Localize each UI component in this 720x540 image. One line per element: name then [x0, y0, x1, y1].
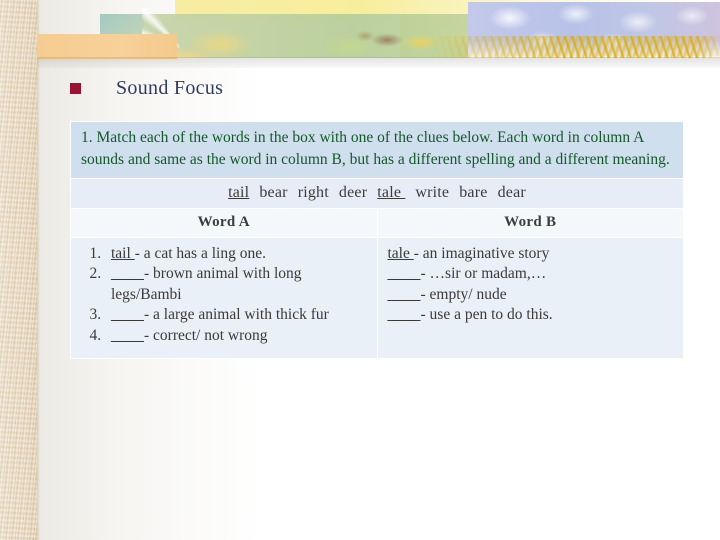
- answer-b-1[interactable]: tale: [388, 245, 414, 262]
- list-item: ____- a large animal with thick fur: [105, 305, 369, 325]
- banner-orange-band: [37, 34, 177, 59]
- column-header-row: Word A Word B: [70, 208, 684, 238]
- clue-a-4: - correct/ not wrong: [144, 326, 268, 344]
- header-decoration-banner: [0, 0, 720, 68]
- answer-blank-a-2[interactable]: ____: [111, 265, 144, 282]
- left-texture-strip: [0, 0, 37, 540]
- answer-blank-b-2[interactable]: ____: [388, 265, 421, 282]
- answer-a-1[interactable]: tail: [111, 245, 135, 262]
- word-chip-tale[interactable]: tale: [377, 184, 405, 201]
- column-header-b: Word B: [376, 208, 684, 238]
- banner-drop-shadow: [37, 57, 720, 68]
- answers-row: tail - a cat has a ling one. ____- brown…: [70, 236, 684, 360]
- word-box-row: tail bear right deer tale write bare dear: [70, 178, 684, 209]
- list-item: ____- empty/ nude: [388, 285, 676, 305]
- list-item: ____- correct/ not wrong: [105, 326, 369, 346]
- word-chip-write[interactable]: write: [415, 184, 449, 201]
- word-chip-bare[interactable]: bare: [459, 184, 487, 201]
- answer-blank-a-3[interactable]: ____: [111, 306, 144, 323]
- page-title: Sound Focus: [116, 76, 224, 99]
- column-b-cell: tale - an imaginative story ____- …sir o…: [376, 236, 684, 360]
- instruction-cell: 1. Match each of the words in the box wi…: [70, 121, 684, 179]
- column-b-list: tale - an imaginative story ____- …sir o…: [388, 244, 676, 326]
- word-chip-bear[interactable]: bear: [259, 184, 287, 201]
- list-item: ____- …sir or madam,…: [388, 264, 676, 284]
- answer-blank-b-4[interactable]: ____: [388, 306, 421, 323]
- clue-b-2: - …sir or madam,…: [420, 265, 547, 283]
- exercise-table: 1. Match each of the words in the box wi…: [70, 121, 684, 360]
- instruction-row: 1. Match each of the words in the box wi…: [70, 121, 684, 179]
- clue-b-3: - empty/ nude: [420, 285, 507, 303]
- list-item: tail - a cat has a ling one.: [105, 244, 369, 264]
- clue-b-4: - use a pen to do this.: [420, 306, 553, 324]
- clue-b-1: - an imaginative story: [413, 245, 550, 262]
- banner-wheat-stalks: [430, 36, 720, 58]
- list-item: tale - an imaginative story: [388, 244, 676, 264]
- left-strip-edge: [37, 0, 40, 540]
- word-chip-right[interactable]: right: [298, 184, 329, 201]
- clue-a-1: - a cat has a ling one.: [134, 245, 266, 262]
- square-bullet-icon: [70, 82, 81, 94]
- clue-a-3: - a large animal with thick fur: [144, 306, 329, 324]
- column-a-cell: tail - a cat has a ling one. ____- brown…: [70, 236, 378, 360]
- answer-blank-b-3[interactable]: ____: [388, 286, 421, 303]
- slide-canvas: Sound Focus 1. Match each of the words i…: [0, 0, 720, 540]
- word-chip-deer[interactable]: deer: [339, 184, 367, 201]
- column-header-a: Word A: [70, 208, 378, 238]
- word-box-cell: tail bear right deer tale write bare dear: [70, 178, 684, 209]
- column-a-list: tail - a cat has a ling one. ____- brown…: [79, 244, 369, 346]
- answer-blank-a-4[interactable]: ____: [111, 327, 144, 344]
- word-chip-tail[interactable]: tail: [228, 184, 249, 201]
- list-item: ____- brown animal with long legs/Bambi: [105, 264, 369, 305]
- list-item: ____- use a pen to do this.: [388, 305, 676, 325]
- slide-title-row: Sound Focus: [70, 71, 670, 105]
- word-chip-dear[interactable]: dear: [498, 184, 526, 201]
